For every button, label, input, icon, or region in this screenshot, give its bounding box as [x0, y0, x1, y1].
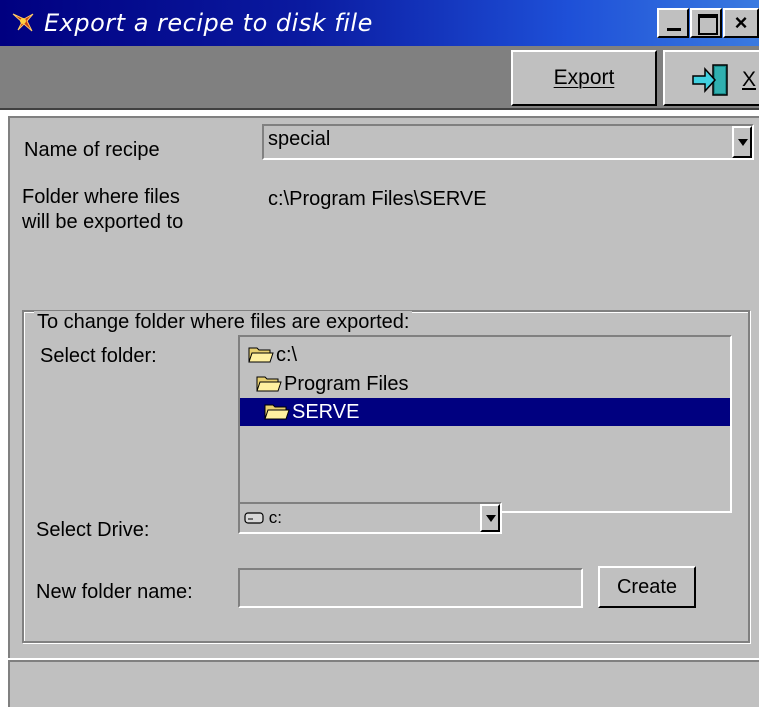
change-folder-group-title: To change folder where files are exporte… — [34, 311, 413, 334]
minimize-icon[interactable] — [657, 8, 689, 38]
close-icon[interactable]: × — [723, 8, 759, 38]
export-folder-path: c:\Program Files\SERVE — [268, 188, 487, 210]
maximize-icon[interactable] — [690, 8, 722, 38]
folder-item-root[interactable]: c:\ — [248, 341, 297, 369]
folder-open-icon — [256, 376, 282, 392]
folder-item-serve[interactable]: SERVE — [240, 398, 730, 426]
new-folder-label: New folder name: — [36, 581, 193, 603]
folder-open-icon — [264, 404, 290, 420]
exit-label: X — [742, 68, 757, 91]
drive-dropdown[interactable]: c: — [238, 502, 502, 534]
new-folder-name-input[interactable] — [238, 568, 583, 608]
window-title: Export a recipe to disk file — [44, 9, 373, 37]
app-icon — [12, 13, 34, 32]
folder-name: c:\ — [276, 344, 298, 366]
export-folder-label-line1: Folder where files — [22, 186, 180, 208]
create-label: Create — [616, 576, 678, 598]
status-bar — [8, 660, 759, 707]
export-recipe-window: Export a recipe to disk file × Export X … — [0, 0, 759, 707]
export-button[interactable]: Export — [511, 50, 657, 106]
chevron-down-icon[interactable] — [732, 126, 752, 158]
exit-door-icon — [692, 64, 728, 96]
select-folder-label: Select folder: — [40, 345, 157, 367]
chevron-down-icon[interactable] — [480, 504, 500, 532]
recipe-name-label: Name of recipe — [24, 139, 160, 161]
select-drive-label: Select Drive: — [36, 519, 150, 541]
create-folder-button[interactable]: Create — [598, 566, 696, 608]
folder-name: SERVE — [292, 401, 360, 423]
folder-list[interactable]: c:\ Program Files SERVE — [238, 335, 732, 513]
folder-name: Program Files — [284, 373, 409, 395]
folder-open-icon — [248, 347, 274, 363]
export-folder-label-line2: will be exported to — [22, 211, 184, 233]
drive-icon — [244, 512, 264, 524]
recipe-name-value: special — [268, 128, 331, 150]
recipe-name-dropdown[interactable]: special — [262, 124, 754, 160]
title-bar[interactable]: Export a recipe to disk file × — [0, 0, 759, 46]
drive-value: c: — [268, 508, 282, 527]
folder-item-program-files[interactable]: Program Files — [256, 370, 408, 398]
export-label: Export — [553, 66, 615, 89]
